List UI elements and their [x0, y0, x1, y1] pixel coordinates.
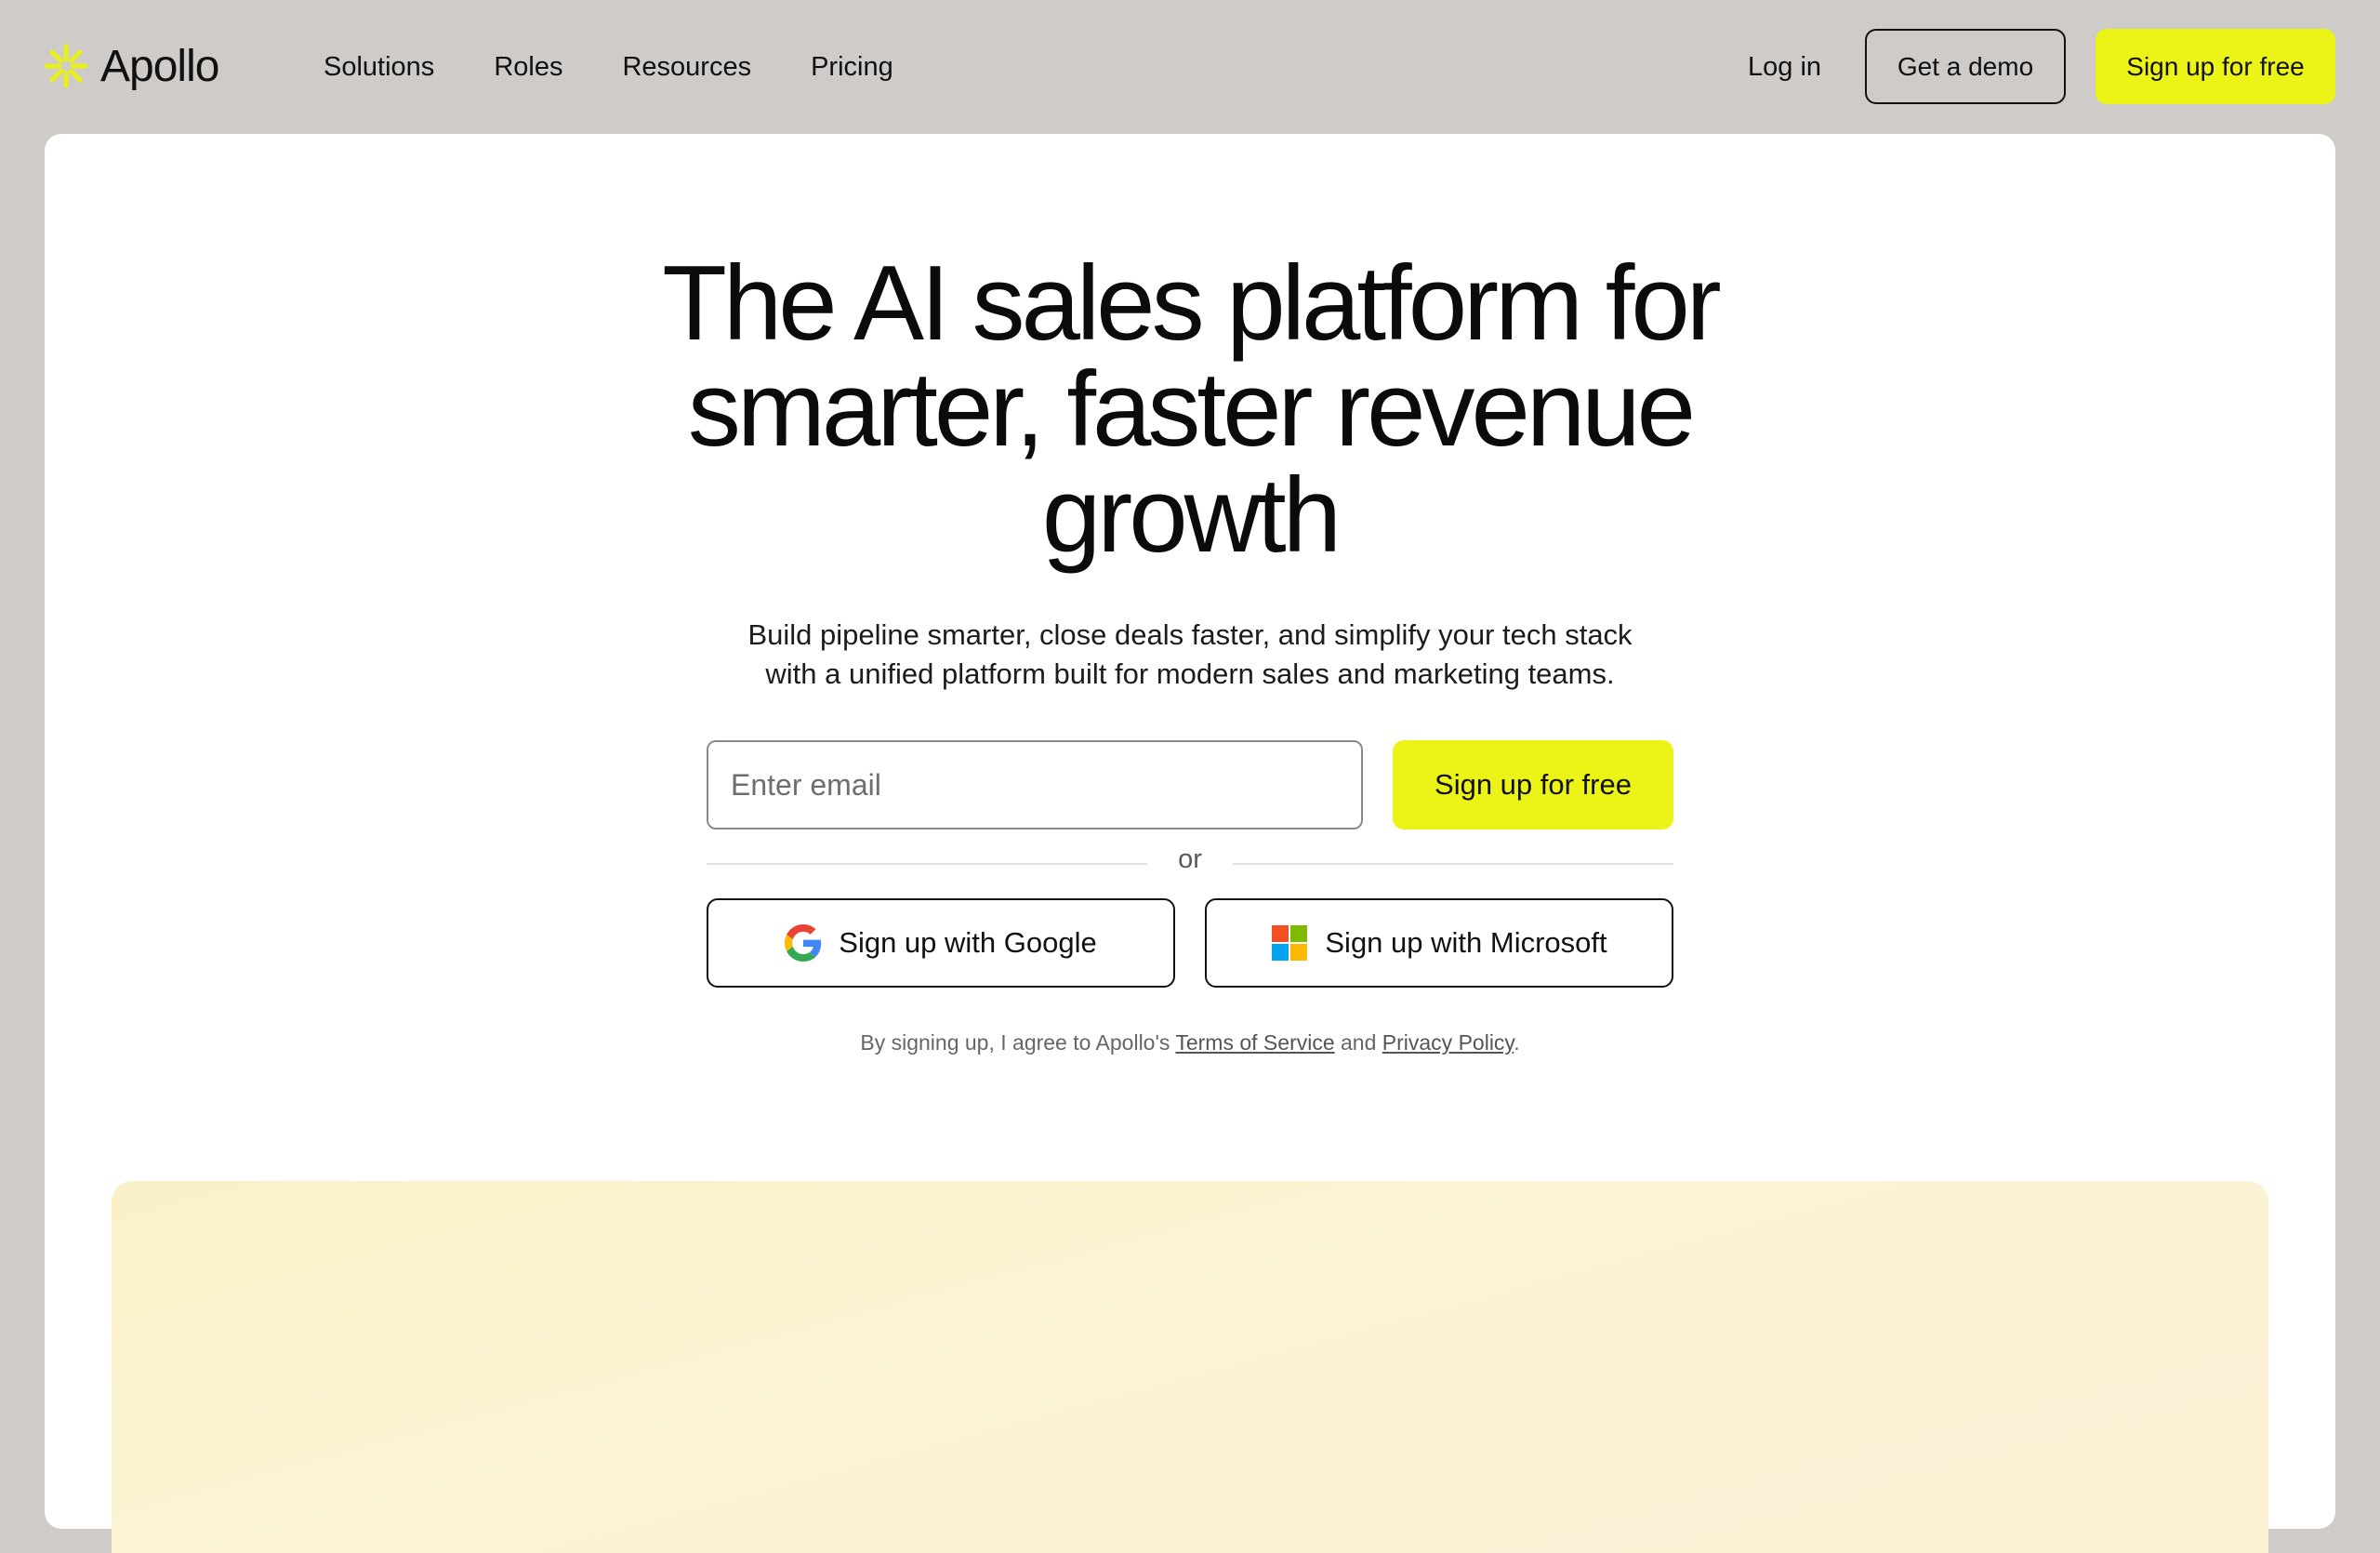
- microsoft-signup-label: Sign up with Microsoft: [1325, 926, 1607, 959]
- get-demo-button[interactable]: Get a demo: [1865, 29, 2066, 104]
- headline-line-2: smarter, faster revenue: [687, 351, 1696, 469]
- microsoft-logo-icon: [1272, 925, 1308, 961]
- divider-line-right: [1233, 863, 1673, 865]
- login-link[interactable]: Log in: [1748, 45, 1821, 89]
- headline-line-3: growth: [1041, 457, 1342, 575]
- google-signup-button[interactable]: Sign up with Google: [707, 898, 1175, 988]
- nav-link-pricing[interactable]: Pricing: [811, 52, 893, 83]
- headline-line-1: The AI sales platform for: [662, 245, 1722, 363]
- terms-of-service-link[interactable]: Terms of Service: [1175, 1030, 1334, 1055]
- legal-suffix: .: [1514, 1030, 1520, 1055]
- top-nav: Apollo Solutions Roles Resources Pricing…: [0, 0, 2380, 134]
- nav-link-roles[interactable]: Roles: [494, 52, 562, 83]
- nav-link-solutions[interactable]: Solutions: [324, 52, 434, 83]
- privacy-policy-link[interactable]: Privacy Policy: [1382, 1030, 1514, 1055]
- microsoft-signup-button[interactable]: Sign up with Microsoft: [1205, 898, 1673, 988]
- subtext-line-2: with a unified platform built for modern…: [765, 657, 1615, 690]
- signup-button-header[interactable]: Sign up for free: [2096, 29, 2335, 104]
- google-signup-label: Sign up with Google: [839, 926, 1097, 959]
- hero-card: The AI sales platform for smarter, faste…: [45, 134, 2335, 1553]
- apollo-logo[interactable]: Apollo: [43, 33, 219, 99]
- subtext-line-1: Build pipeline smarter, close deals fast…: [747, 618, 1633, 651]
- google-g-icon: [785, 924, 822, 962]
- nav-link-resources[interactable]: Resources: [622, 52, 751, 83]
- divider-line-left: [707, 863, 1147, 865]
- hero-product-preview: [112, 1181, 2268, 1553]
- primary-nav: Solutions Roles Resources Pricing: [324, 45, 893, 89]
- divider-or: or: [1178, 844, 1202, 874]
- apollo-sunburst-icon: [44, 44, 88, 88]
- hero-headline: The AI sales platform for smarter, faste…: [45, 251, 2335, 569]
- legal-middle: and: [1334, 1030, 1382, 1055]
- signup-button-main[interactable]: Sign up for free: [1393, 740, 1673, 830]
- legal-prefix: By signing up, I agree to Apollo's: [860, 1030, 1176, 1055]
- legal-notice: By signing up, I agree to Apollo's Terms…: [45, 1030, 2335, 1055]
- email-input[interactable]: [707, 740, 1363, 830]
- brand-name: Apollo: [100, 41, 219, 91]
- hero-subtext: Build pipeline smarter, close deals fast…: [45, 616, 2335, 694]
